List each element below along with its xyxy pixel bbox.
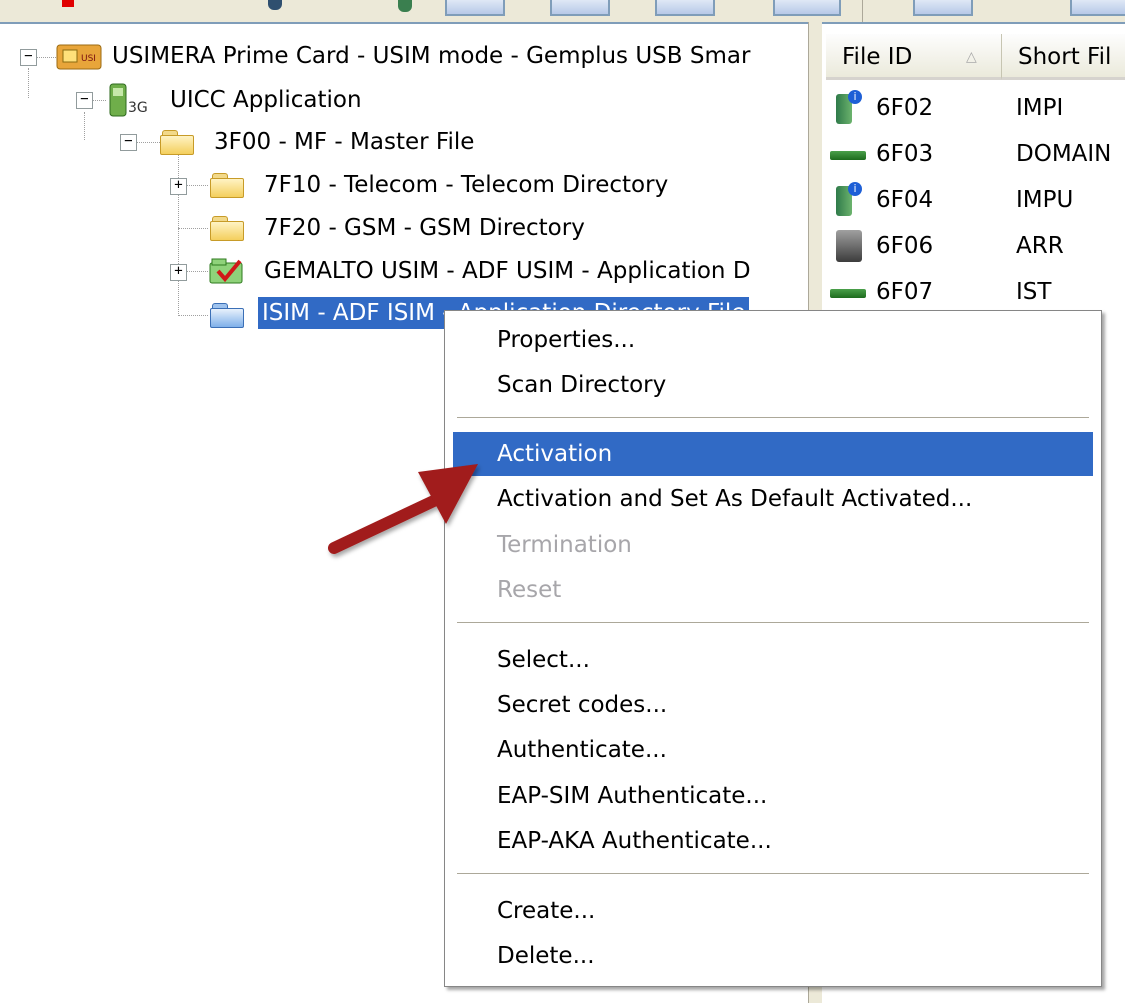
tree-node-label: USIMERA Prime Card - USIM mode - Gemplus… (112, 43, 751, 69)
toolbar-button[interactable] (913, 0, 973, 16)
list-row[interactable]: i 6F02 IMPI (822, 86, 1125, 130)
tree-node-telecom[interactable]: 7F10 - Telecom - Telecom Directory (0, 165, 808, 205)
tree-node-uicc[interactable]: 3G UICC Application (0, 80, 808, 120)
menu-item-secret-codes[interactable]: Secret codes... (453, 683, 1093, 727)
menu-separator (457, 417, 1089, 419)
open-folder-icon (210, 303, 244, 328)
short-file-cell: ARR (1016, 233, 1064, 259)
toolbar-separator (862, 0, 863, 22)
toolbar-button[interactable] (445, 0, 505, 16)
folder-icon (160, 130, 194, 155)
list-row[interactable]: 6F06 ARR (822, 224, 1125, 268)
short-file-cell: IMPU (1016, 187, 1074, 213)
menu-item-delete[interactable]: Delete... (453, 934, 1093, 978)
toolbar-button[interactable] (655, 0, 715, 16)
tree-node-usim[interactable]: GEMALTO USIM - ADF USIM - Application D (0, 251, 808, 291)
menu-item-authenticate[interactable]: Authenticate... (453, 728, 1093, 772)
toolbar-stop-icon[interactable] (62, 0, 74, 7)
column-header-file-id[interactable]: File ID △ (826, 34, 1002, 80)
safe-icon (830, 228, 870, 264)
menu-item-scan-directory[interactable]: Scan Directory (453, 363, 1093, 407)
tree-node-label: 7F10 - Telecom - Telecom Directory (264, 172, 669, 198)
file-id-cell: 6F02 (876, 95, 934, 121)
menu-item-reset: Reset (497, 577, 562, 603)
chip-icon (830, 274, 870, 310)
menu-item-eap-aka[interactable]: EAP-AKA Authenticate... (453, 819, 1093, 863)
file-id-cell: 6F03 (876, 141, 934, 167)
list-row[interactable]: 6F03 DOMAIN (822, 132, 1125, 176)
folder-icon (210, 216, 244, 241)
toolbar (0, 0, 1125, 23)
uicc-application-icon: 3G (109, 83, 148, 117)
list-row[interactable]: i 6F04 IMPU (822, 178, 1125, 222)
tree-node-gsm[interactable]: 7F20 - GSM - GSM Directory (0, 208, 808, 248)
tree-node-mf[interactable]: 3F00 - MF - Master File (0, 122, 808, 162)
tree-node-label: 7F20 - GSM - GSM Directory (264, 215, 585, 241)
chip-icon (830, 136, 870, 172)
file-id-cell: 6F04 (876, 187, 934, 213)
list-row[interactable]: 6F07 IST (822, 270, 1125, 314)
activated-folder-icon (209, 258, 243, 284)
file-id-cell: 6F06 (876, 233, 934, 259)
menu-item-create[interactable]: Create... (453, 889, 1093, 933)
short-file-cell: DOMAIN (1016, 141, 1112, 167)
toolbar-button[interactable] (550, 0, 610, 16)
file-id-cell: 6F07 (876, 279, 934, 305)
menu-item-activation-default[interactable]: Activation and Set As Default Activated.… (453, 477, 1093, 521)
menu-item-select[interactable]: Select... (453, 638, 1093, 682)
tree-node-root[interactable]: USI USIMERA Prime Card - USIM mode - Gem… (0, 36, 808, 76)
short-file-cell: IST (1016, 279, 1052, 305)
short-file-cell: IMPI (1016, 95, 1064, 121)
sort-ascending-icon: △ (966, 49, 977, 65)
menu-item-properties[interactable]: Properties... (453, 318, 1093, 362)
menu-item-activation[interactable]: Activation (453, 432, 1093, 476)
toolbar-connect-icon[interactable] (268, 0, 282, 10)
menu-item-eap-sim[interactable]: EAP-SIM Authenticate... (453, 774, 1093, 818)
column-header-short-file[interactable]: Short Fil (1002, 34, 1125, 80)
toolbar-button[interactable] (773, 0, 841, 16)
column-header-label: Short Fil (1018, 44, 1112, 70)
column-header-label: File ID (842, 44, 913, 70)
smart-card-icon: USI (56, 44, 102, 70)
menu-item-termination: Termination (497, 532, 632, 558)
annotation-arrow-icon (328, 464, 478, 554)
menu-separator (457, 622, 1089, 624)
user-info-icon: i (830, 182, 870, 218)
user-info-icon: i (830, 90, 870, 126)
svg-text:USI: USI (81, 54, 96, 64)
tree-node-label: 3F00 - MF - Master File (214, 129, 475, 155)
toolbar-button[interactable] (1070, 0, 1125, 16)
folder-icon (210, 173, 244, 198)
menu-separator (457, 873, 1089, 875)
tree-node-label: GEMALTO USIM - ADF USIM - Application D (264, 258, 751, 284)
tree-node-label: UICC Application (170, 87, 362, 113)
svg-text:3G: 3G (128, 100, 148, 116)
context-menu: Properties... Scan Directory Activation … (444, 310, 1102, 987)
toolbar-download-icon[interactable] (398, 0, 412, 12)
